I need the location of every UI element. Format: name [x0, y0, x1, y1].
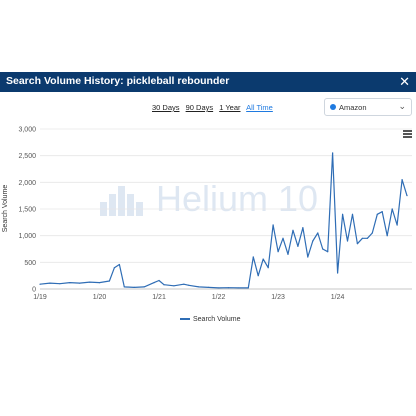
data-point: [123, 286, 125, 288]
data-point: [133, 286, 135, 288]
data-point: [282, 237, 284, 239]
y-tick-label: 1,500: [18, 207, 36, 214]
data-point: [153, 282, 155, 284]
data-point: [327, 251, 329, 253]
y-tick-label: 2,500: [18, 153, 36, 160]
data-point: [401, 179, 403, 181]
data-point: [356, 243, 359, 245]
data-point: [118, 263, 120, 266]
x-tick-label: 1/19: [33, 294, 47, 301]
data-point: [391, 208, 393, 210]
x-tick-label: 1/22: [212, 294, 226, 301]
data-point: [381, 211, 383, 213]
data-point: [208, 286, 210, 288]
data-point: [272, 224, 274, 226]
data-point: [252, 256, 254, 258]
y-tick-label: 3,000: [18, 127, 36, 134]
search-volume-chart: 0 500 1,000 1,500 2,000 2,500 3,000 1/19 1/20 1/2…: [18, 127, 412, 301]
data-point: [247, 287, 249, 289]
data-point: [59, 283, 61, 285]
data-point: [322, 248, 324, 250]
data-point: [376, 213, 378, 215]
y-tick-label: 500: [24, 260, 36, 267]
data-point: [227, 287, 230, 289]
data-point: [257, 275, 259, 277]
data-point: [143, 286, 145, 288]
y-tick-label: 0: [32, 287, 36, 294]
data-point: [108, 280, 111, 282]
data-point: [158, 279, 160, 282]
data-point: [277, 251, 279, 253]
data-point: [49, 282, 51, 284]
data-point: [332, 152, 334, 154]
legend-swatch: [180, 318, 190, 321]
data-point: [346, 240, 349, 242]
x-tick-label: 1/20: [93, 294, 107, 301]
y-axis-label: Search Volume: [2, 184, 10, 233]
data-point: [337, 272, 339, 274]
x-tick-label: 1/24: [331, 294, 345, 301]
data-point: [371, 232, 373, 234]
data-point: [217, 287, 220, 289]
data-point: [386, 235, 388, 237]
data-point: [302, 227, 304, 229]
x-tick-label: 1/21: [152, 294, 166, 301]
data-point: [366, 237, 368, 239]
series-line-search-volume: [39, 152, 408, 289]
data-point: [113, 267, 115, 269]
data-point: [351, 213, 354, 215]
data-point: [292, 229, 294, 231]
data-point: [262, 258, 264, 260]
y-tick-label: 2,000: [18, 180, 36, 187]
data-point: [89, 281, 91, 283]
data-point: [39, 283, 41, 285]
data-point: [307, 256, 309, 258]
data-point: [98, 282, 101, 284]
y-tick-label: 1,000: [18, 233, 36, 240]
data-point: [297, 245, 299, 247]
legend-label: Search Volume: [193, 316, 241, 323]
data-point: [183, 283, 185, 285]
data-point: [396, 224, 398, 226]
data-point: [173, 285, 175, 287]
legend-item-search-volume[interactable]: Search Volume: [180, 316, 240, 323]
data-point: [341, 213, 344, 215]
data-point: [79, 282, 81, 284]
data-point: [361, 237, 363, 239]
data-point: [198, 286, 200, 288]
data-point: [188, 284, 190, 286]
data-point: [267, 267, 269, 269]
data-point: [163, 284, 165, 286]
data-point: [237, 287, 239, 289]
x-tick-label: 1/23: [271, 294, 285, 301]
data-point: [317, 232, 319, 234]
data-point: [312, 240, 314, 242]
data-point: [287, 253, 289, 255]
data-point: [406, 195, 408, 197]
data-point: [69, 282, 71, 284]
